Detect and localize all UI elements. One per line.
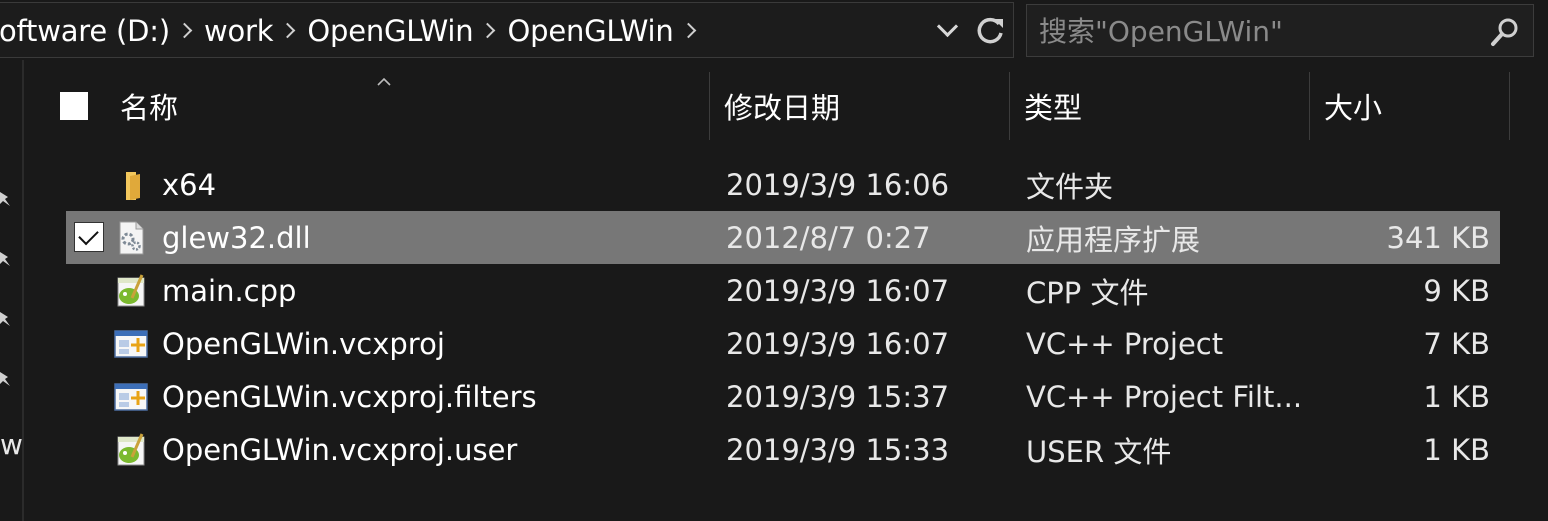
file-type: VC++ Project — [1026, 326, 1224, 361]
file-date: 2019/3/9 15:33 — [726, 432, 950, 467]
column-header-size[interactable]: 大小 — [1324, 72, 1382, 140]
column-resize-handle[interactable] — [1009, 72, 1010, 140]
file-date: 2019/3/9 16:07 — [726, 326, 950, 361]
search-box[interactable] — [1026, 4, 1534, 57]
column-resize-handle[interactable] — [1309, 72, 1310, 140]
breadcrumb: oftware (D:) work OpenGLWin OpenGLWin — [0, 3, 708, 59]
file-row-x64[interactable]: x64 2019/3/9 16:06 文件夹 — [66, 158, 1500, 211]
file-date: 2019/3/9 16:06 — [726, 167, 950, 202]
file-row-openglwin-vcxproj-user[interactable]: OpenGLWin.vcxproj.user 2019/3/9 15:33 US… — [66, 423, 1500, 476]
breadcrumb-work[interactable]: work — [204, 14, 274, 48]
select-all-checkbox[interactable] — [60, 92, 88, 120]
file-date: 2019/3/9 15:37 — [726, 379, 950, 414]
file-size: 1 KB — [1423, 379, 1490, 414]
file-type: 文件夹 — [1026, 169, 1114, 204]
file-date: 2019/3/9 16:07 — [726, 273, 950, 308]
file-type: VC++ Project Filt... — [1026, 379, 1303, 414]
chevron-right-icon[interactable] — [170, 19, 204, 43]
column-header-date[interactable]: 修改日期 — [724, 72, 840, 140]
file-row-openglwin-vcxproj-filters[interactable]: OpenGLWin.vcxproj.filters 2019/3/9 15:37… — [66, 370, 1500, 423]
column-header-name[interactable]: 名称 — [120, 72, 178, 140]
pin-icon[interactable] — [0, 190, 12, 208]
breadcrumb-drive[interactable]: oftware (D:) — [0, 14, 170, 48]
vcproject-icon — [114, 383, 148, 411]
file-name: glew32.dll — [162, 220, 311, 255]
chevron-right-icon[interactable] — [674, 19, 708, 43]
file-size: 9 KB — [1423, 273, 1490, 308]
notepadpp-icon — [117, 433, 145, 466]
file-size: 1 KB — [1423, 432, 1490, 467]
navigation-pane: w — [0, 60, 22, 521]
address-toolbar: oftware (D:) work OpenGLWin OpenGLWin — [0, 0, 1548, 60]
breadcrumb-openglwin-current[interactable]: OpenGLWin — [507, 14, 673, 48]
column-header-type[interactable]: 类型 — [1024, 72, 1082, 140]
chevron-right-icon[interactable] — [473, 19, 507, 43]
column-resize-handle[interactable] — [709, 72, 710, 140]
chevron-right-icon[interactable] — [273, 19, 307, 43]
pin-icon[interactable] — [0, 370, 12, 388]
vcproject-icon — [114, 330, 148, 358]
file-name: OpenGLWin.vcxproj — [162, 326, 445, 361]
file-name: x64 — [162, 167, 217, 202]
file-size: 341 KB — [1386, 220, 1490, 255]
file-row-openglwin-vcxproj[interactable]: OpenGLWin.vcxproj 2019/3/9 16:07 VC++ Pr… — [66, 317, 1500, 370]
nav-item-label[interactable]: w — [0, 428, 22, 461]
file-size: 7 KB — [1423, 326, 1490, 361]
column-header: 名称 修改日期 类型 大小 — [24, 72, 1548, 140]
sort-ascending-icon — [377, 77, 391, 86]
search-icon[interactable] — [1489, 16, 1521, 48]
column-resize-handle[interactable] — [1509, 72, 1510, 140]
folder-icon — [126, 172, 140, 200]
search-input[interactable] — [1039, 13, 1469, 49]
file-row-glew32-dll[interactable]: glew32.dll 2012/8/7 0:27 应用程序扩展 341 KB — [66, 211, 1500, 264]
file-type: 应用程序扩展 — [1026, 222, 1201, 257]
file-type: CPP 文件 — [1026, 275, 1149, 310]
file-type: USER 文件 — [1026, 434, 1172, 469]
row-checkbox[interactable] — [74, 222, 104, 252]
pin-icon[interactable] — [0, 310, 12, 328]
dll-gear-icon — [119, 221, 144, 255]
chevron-down-icon[interactable] — [933, 19, 963, 43]
address-bar[interactable]: oftware (D:) work OpenGLWin OpenGLWin — [0, 2, 1014, 58]
file-date: 2012/8/7 0:27 — [726, 220, 931, 255]
file-name: OpenGLWin.vcxproj.filters — [162, 379, 537, 414]
breadcrumb-openglwin-parent[interactable]: OpenGLWin — [307, 14, 473, 48]
notepadpp-icon — [117, 274, 145, 307]
pin-icon[interactable] — [0, 250, 12, 268]
refresh-icon[interactable] — [973, 15, 1007, 49]
file-name: OpenGLWin.vcxproj.user — [162, 432, 518, 467]
file-row-main-cpp[interactable]: main.cpp 2019/3/9 16:07 CPP 文件 9 KB — [66, 264, 1500, 317]
file-name: main.cpp — [162, 273, 297, 308]
